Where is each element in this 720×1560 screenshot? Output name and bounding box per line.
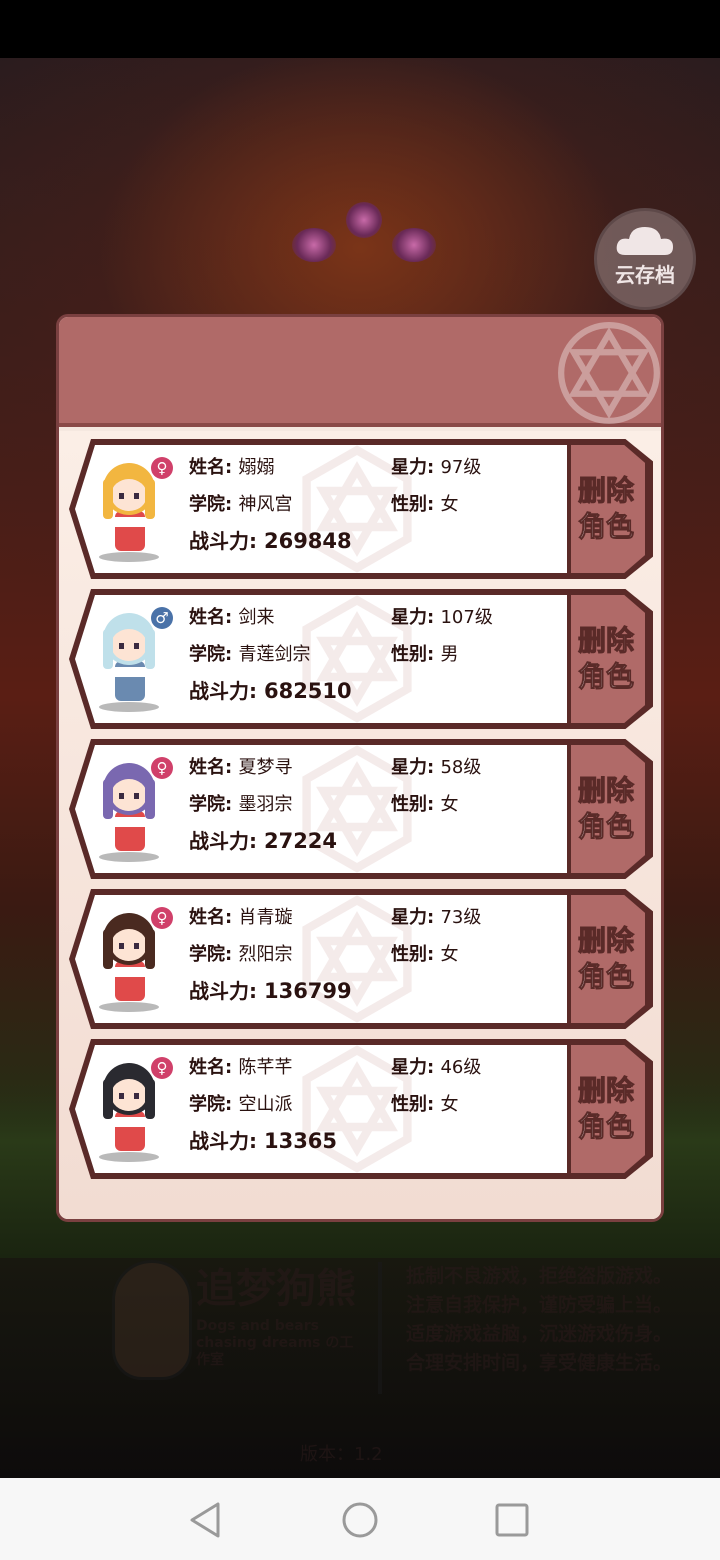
character-academy: 学院: 烈阳宗: [189, 944, 293, 965]
character-card[interactable]: ♀ 姓名: 夏梦寻 学院: 墨羽宗战斗力: 27224 星力: 58级 性别: 女 删除角…: [69, 739, 653, 879]
character-power: 战斗力: 27224: [189, 829, 338, 853]
advisory-line: 抵制不良游戏，拒绝盗版游戏。: [406, 1265, 673, 1287]
advisory-line: 合理安排时间，享受健康生活。: [406, 1352, 673, 1374]
character-gender: 性别: 女: [391, 1094, 459, 1115]
back-icon[interactable]: [186, 1500, 226, 1540]
character-list: ♀ 姓名: 嫋嫋 学院: 神风宫 战斗力: 269848 星力: 97级 性别: 女删除角…: [59, 431, 661, 1219]
delete-character-button[interactable]: 删除角色: [567, 889, 653, 1029]
character-name: 姓名: 陈芊芊: [189, 1057, 293, 1078]
character-academy: 学院: 空山派: [189, 1094, 293, 1115]
version-text: 版本：1.2: [300, 1444, 383, 1465]
delete-button-face: 删除角色: [571, 445, 645, 573]
advisory-line: 适度游戏益脑，沉迷游戏伤身。: [406, 1323, 673, 1345]
status-bar: [0, 0, 720, 58]
hexagram-emblem-icon: [558, 322, 660, 424]
delete-button-label: 删除角色: [577, 624, 634, 694]
character-academy: 学院: 墨羽宗: [189, 794, 293, 815]
character-gender: 性别: 女: [391, 944, 459, 965]
character-star-level: 星力: 97级: [391, 457, 482, 478]
studio-logo: 追梦狗熊 Dogs and bears chasing dreams の工作室 …: [104, 1252, 672, 1398]
character-name: 姓名: 剑来: [189, 607, 275, 628]
character-power: 战斗力: 269848: [189, 529, 352, 553]
studio-name: 追梦狗熊: [196, 1266, 356, 1312]
female-icon: ♀: [151, 757, 173, 779]
character-card[interactable]: ♀ 姓名: 嫋嫋 学院: 神风宫战斗力: 269848 星力: 97级 性别: 女 删除角…: [69, 439, 653, 579]
delete-button-face: 删除角色: [571, 1045, 645, 1173]
delete-button-face: 删除角色: [571, 595, 645, 723]
delete-button-face: 删除角色: [571, 745, 645, 873]
character-gender: 性别: 女: [391, 794, 459, 815]
female-icon: ♀: [151, 457, 173, 479]
character-power: 战斗力: 13365: [189, 1129, 338, 1153]
divider: [378, 1262, 382, 1394]
character-star-level: 星力: 73级: [391, 907, 482, 928]
delete-character-button[interactable]: 删除角色: [567, 1039, 653, 1179]
female-icon: ♀: [151, 907, 173, 929]
character-card[interactable]: ♂ 姓名: 剑来学院: 青莲剑宗战斗力: 682510 星力: 107级 性别: 男 删…: [69, 589, 653, 729]
character-academy: 学院: 青莲剑宗: [189, 644, 311, 665]
system-nav-bar: [0, 1478, 720, 1560]
male-icon: ♂: [151, 607, 173, 629]
tiger-eye-right: [392, 228, 436, 262]
character-name: 姓名: 夏梦寻: [189, 757, 293, 778]
advisory-line: 注意自我保护，谨防受骗上当。: [406, 1294, 673, 1316]
character-card[interactable]: ♀ 姓名: 肖青璇 学院: 烈阳宗战斗力: 136799 星力: 73级 性别: 女 删除…: [69, 889, 653, 1029]
bear-mascot-icon: [112, 1260, 192, 1380]
character-name: 姓名: 肖青璇: [189, 907, 293, 928]
character-star-level: 星力: 58级: [391, 757, 482, 778]
female-icon: ♀: [151, 1057, 173, 1079]
cloud-save-button[interactable]: 云存档: [594, 208, 696, 310]
dialog-header: [59, 317, 661, 427]
character-power: 战斗力: 682510: [189, 679, 352, 703]
character-select-dialog: ♀ 姓名: 嫋嫋 学院: 神风宫 战斗力: 269848 星力: 97级 性别: 女删除角…: [56, 314, 664, 1222]
cloud-icon: [616, 226, 673, 255]
character-card[interactable]: ♀ 姓名: 陈芊芊 学院: 空山派战斗力: 13365 星力: 46级 性别: 女 删除角…: [69, 1039, 653, 1179]
delete-button-face: 删除角色: [571, 895, 645, 1023]
recents-icon[interactable]: [492, 1500, 532, 1540]
character-power: 战斗力: 136799: [189, 979, 352, 1003]
delete-character-button[interactable]: 删除角色: [567, 439, 653, 579]
tiger-eye-left: [292, 228, 336, 262]
character-star-level: 星力: 107级: [391, 607, 493, 628]
delete-button-label: 删除角色: [577, 924, 634, 994]
character-gender: 性别: 女: [391, 494, 459, 515]
delete-character-button[interactable]: 删除角色: [567, 589, 653, 729]
character-gender: 性别: 男: [391, 644, 459, 665]
delete-button-label: 删除角色: [577, 474, 634, 544]
cloud-save-label: 云存档: [615, 262, 675, 287]
health-advisory: 抵制不良游戏，拒绝盗版游戏。 注意自我保护，谨防受骗上当。 适度游戏益脑，沉迷游戏伤…: [406, 1262, 672, 1378]
delete-button-label: 删除角色: [577, 1074, 634, 1144]
character-star-level: 星力: 46级: [391, 1057, 482, 1078]
studio-subtitle: Dogs and bears chasing dreams の工作室: [196, 1318, 354, 1368]
delete-character-button[interactable]: 删除角色: [567, 739, 653, 879]
home-icon[interactable]: [340, 1500, 380, 1540]
tiger-eye-center: [346, 202, 382, 238]
character-name: 姓名: 嫋嫋: [189, 457, 275, 478]
character-academy: 学院: 神风宫: [189, 494, 293, 515]
delete-button-label: 删除角色: [577, 774, 634, 844]
